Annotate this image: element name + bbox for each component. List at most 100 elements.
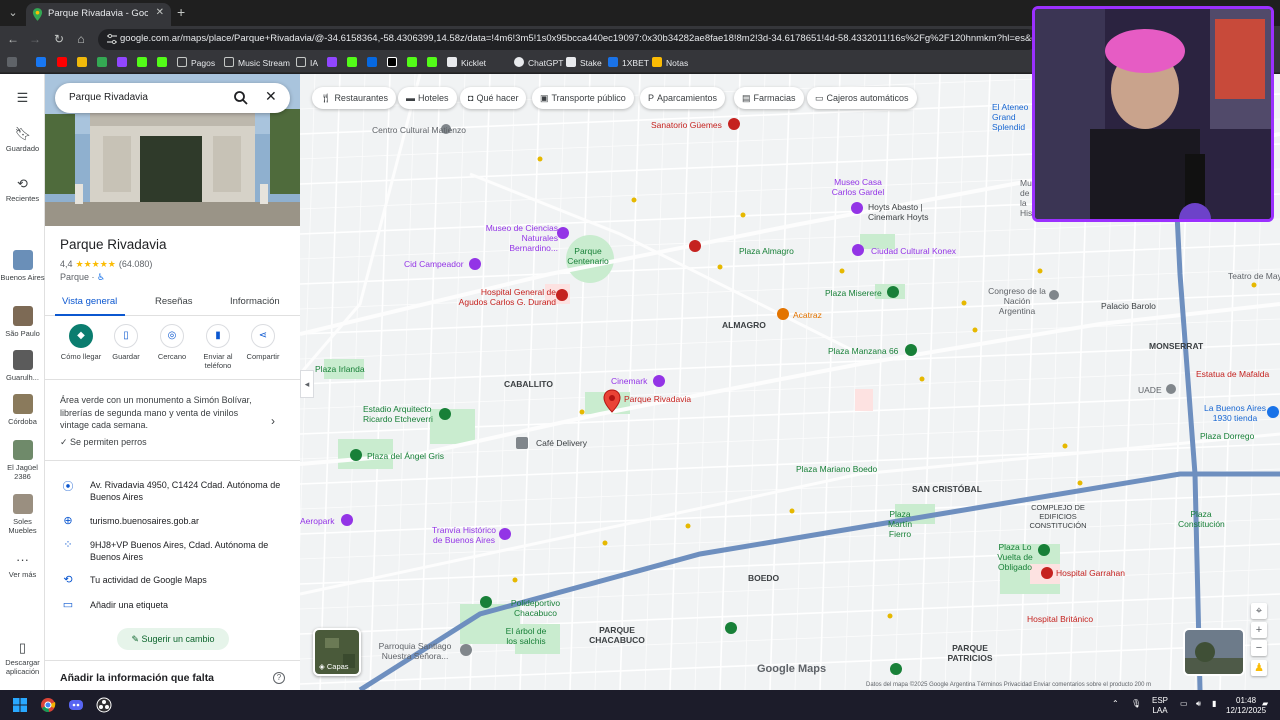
- bookmark-folder-music[interactable]: Music Stream: [224, 56, 290, 70]
- tab-overview[interactable]: Vista general: [62, 296, 117, 307]
- microphone-icon[interactable]: 🎙︎: [1131, 700, 1141, 708]
- map-label[interactable]: Plaza Manzana 66: [828, 346, 898, 356]
- chip-atms[interactable]: ▭ Cajeros automáticos: [807, 87, 917, 109]
- map-label[interactable]: Café Delivery: [536, 438, 587, 448]
- map-label[interactable]: Plaza Irlanda: [315, 364, 365, 374]
- bookmark-kick6-icon[interactable]: [427, 56, 441, 70]
- tab-about[interactable]: Información: [230, 296, 280, 307]
- map-label[interactable]: ALMAGRO: [722, 320, 766, 330]
- network-icon[interactable]: ▭: [1180, 700, 1188, 708]
- map-label[interactable]: Museo de Ciencias Naturales Bernardino..…: [478, 223, 558, 253]
- bookmark-kick4-icon[interactable]: [347, 56, 361, 70]
- map-label[interactable]: Parque Centenario: [566, 246, 610, 266]
- map-label[interactable]: Polideportivo Chacabuco: [498, 598, 573, 618]
- bookmark-kicklet[interactable]: Kicklet: [447, 56, 486, 70]
- chip-things-to-do[interactable]: ◘ Qué hacer: [460, 87, 527, 109]
- back-icon[interactable]: ←: [6, 32, 20, 46]
- bookmark-twitch-icon[interactable]: [117, 56, 131, 70]
- browser-tab[interactable]: Parque Rivadavia - Google Ma ✕: [26, 3, 171, 26]
- tray-overflow-icon[interactable]: ⌃: [1112, 700, 1119, 708]
- discord-icon[interactable]: [68, 697, 84, 713]
- map-label[interactable]: Hospital Británico: [1027, 614, 1093, 624]
- rail-recent-sao-paulo[interactable]: São Paulo: [0, 306, 45, 338]
- send-to-phone-button[interactable]: ▮ Enviar al teléfono: [195, 324, 241, 370]
- bookmark-notas[interactable]: Notas: [652, 56, 688, 70]
- notifications-icon[interactable]: ▰: [1262, 700, 1268, 708]
- map-footer-links[interactable]: Datos del mapa ©2025 Google Argentina Té…: [866, 682, 1151, 688]
- map-label[interactable]: Aeropark: [300, 516, 335, 526]
- nearby-button[interactable]: ◎ Cercano: [149, 324, 195, 361]
- tab-reviews[interactable]: Reseñas: [155, 296, 193, 307]
- map-label[interactable]: Acatraz: [793, 310, 822, 320]
- map-label[interactable]: Centro Cultural Matienzo: [372, 125, 466, 135]
- map-label[interactable]: PARQUE CHACABUCO: [585, 625, 649, 645]
- map-label[interactable]: Plaza Almagro: [739, 246, 794, 256]
- place-description[interactable]: Área verde con un monumento a Simón Bolí…: [60, 394, 265, 432]
- rail-recent[interactable]: ⟲ Recientes: [0, 176, 45, 203]
- collapse-panel-button[interactable]: ◂: [300, 370, 314, 398]
- map-label[interactable]: Cid Campeador: [404, 259, 464, 269]
- map-label[interactable]: Plaza Miserere: [825, 288, 882, 298]
- map-label[interactable]: El Ateneo Grand Splendid: [992, 102, 1032, 132]
- map-label[interactable]: Parque Rivadavia: [624, 394, 691, 404]
- map-label[interactable]: Cinemark: [611, 376, 647, 386]
- map-label[interactable]: UADE: [1138, 385, 1162, 395]
- map-label[interactable]: Plaza Martín Fierro: [878, 509, 922, 539]
- close-search-icon[interactable]: ✕: [265, 88, 277, 105]
- site-info-icon[interactable]: [106, 33, 118, 45]
- chip-pharmacies[interactable]: ▤ Farmacias: [734, 87, 804, 109]
- battery-icon[interactable]: ▮: [1212, 700, 1216, 708]
- bookmark-meta-icon[interactable]: [367, 56, 381, 70]
- tab-search-icon[interactable]: ⌄: [4, 4, 22, 22]
- new-tab-icon[interactable]: +: [177, 4, 185, 20]
- home-icon[interactable]: ⌂: [74, 32, 88, 46]
- map-label[interactable]: Tranvía Histórico de Buenos Aires: [428, 525, 500, 545]
- map-label[interactable]: El árbol de los salchis: [502, 626, 550, 646]
- bookmark-facebook-icon[interactable]: [36, 56, 50, 70]
- volume-icon[interactable]: 🔊︎: [1196, 700, 1201, 708]
- rail-download-app[interactable]: ▯ Descargar aplicación: [0, 640, 45, 676]
- bookmark-kick2-icon[interactable]: [157, 56, 171, 70]
- bookmark-kick-icon[interactable]: [137, 56, 151, 70]
- map-label[interactable]: SAN CRISTÓBAL: [912, 484, 982, 494]
- bookmark-1xbet[interactable]: 1XBET: [608, 56, 649, 70]
- map-label[interactable]: Plaza Constitución: [1178, 509, 1225, 529]
- forward-icon[interactable]: →: [28, 32, 42, 46]
- map-label[interactable]: BOEDO: [748, 573, 779, 583]
- share-button[interactable]: ⋖ Compartir: [240, 324, 286, 361]
- search-icon[interactable]: [233, 90, 249, 106]
- map-label[interactable]: Teatro de Mayo: [1228, 271, 1280, 281]
- rail-recent-buenos-aires[interactable]: Buenos Aires: [0, 250, 45, 282]
- map-label[interactable]: Plaza del Ángel Gris: [367, 451, 444, 461]
- pegman-icon[interactable]: ♟︎: [1251, 660, 1267, 676]
- rail-more[interactable]: ··· Ver más: [0, 552, 45, 579]
- map-label[interactable]: Museo de la Historia: [1020, 178, 1032, 218]
- reload-icon[interactable]: ↻: [52, 32, 66, 46]
- layers-button[interactable]: ◈ Capas: [313, 628, 361, 676]
- language-indicator[interactable]: ESP LAA: [1152, 697, 1168, 715]
- close-tab-icon[interactable]: ✕: [156, 7, 164, 18]
- chip-restaurants[interactable]: 🍴︎ Restaurantes: [312, 87, 396, 109]
- chevron-right-icon[interactable]: ›: [271, 414, 275, 428]
- chip-transit[interactable]: ▣ Transporte público: [532, 87, 634, 109]
- map-label[interactable]: MONSERRAT: [1149, 341, 1203, 351]
- map-label[interactable]: Plaza Lo Vuelta de Obligado: [990, 542, 1040, 572]
- chip-parking[interactable]: P Aparcamientos: [640, 87, 726, 109]
- windows-start-icon[interactable]: [12, 697, 28, 713]
- bookmark-folder-pagos[interactable]: Pagos: [177, 56, 215, 70]
- place-rating[interactable]: 4,4 ★★★★★ (64.080): [60, 259, 152, 270]
- bookmark-drive-icon[interactable]: [97, 56, 111, 70]
- map-label[interactable]: Estatua de Mafalda: [1196, 369, 1269, 379]
- map-label[interactable]: COMPLEJO DE EDIFICIOS CONSTITUCIÓN: [1025, 503, 1091, 530]
- bookmark-binance-icon[interactable]: [77, 56, 91, 70]
- bookmark-folder-ia[interactable]: IA: [296, 56, 318, 70]
- map-label[interactable]: Sanatorio Güemes: [651, 120, 722, 130]
- my-location-icon[interactable]: ⌖: [1251, 603, 1267, 619]
- address-bar[interactable]: google.com.ar/maps/place/Parque+Rivadavi…: [98, 29, 1038, 50]
- map-label[interactable]: Plaza Dorrego: [1200, 431, 1254, 441]
- rail-recent-el-jaguel[interactable]: El Jagüel 2386: [0, 440, 45, 481]
- clock[interactable]: 01:48 12/12/2025: [1226, 697, 1266, 715]
- zoom-in-button[interactable]: +: [1251, 622, 1267, 638]
- suggest-edit-button[interactable]: ✎ Sugerir un cambio: [117, 628, 229, 650]
- map-label[interactable]: Palacio Barolo: [1101, 301, 1156, 311]
